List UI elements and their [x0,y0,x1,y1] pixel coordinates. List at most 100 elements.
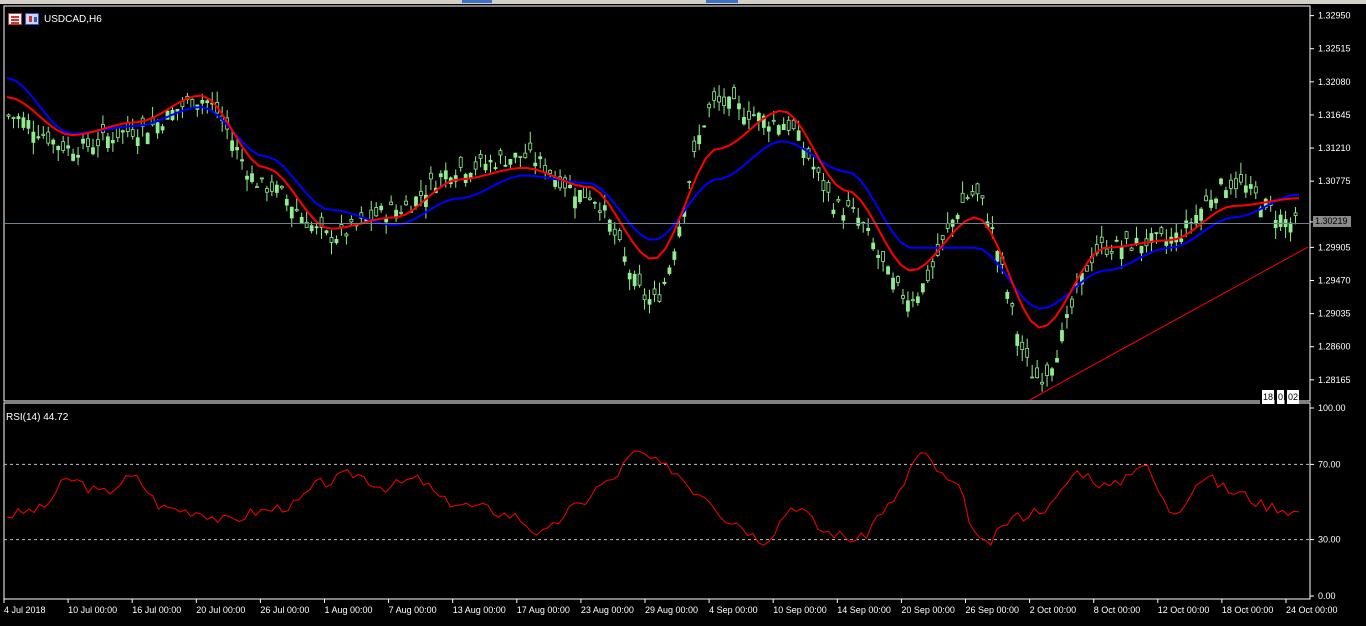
candle-body [856,217,861,226]
candle-body [250,173,254,183]
candle-body [1020,341,1025,350]
time-axis-label: 13 Aug 00:00 [453,605,506,615]
candle-body [498,150,503,156]
candle-body [955,214,960,220]
candle-body [642,294,647,301]
candle-body [349,219,354,223]
candle-body [1114,239,1119,242]
candle-body [657,294,662,302]
support-trendline[interactable] [1029,246,1309,401]
candle-body [329,236,334,243]
candle-body [876,255,881,258]
slow-moving-average-line [6,77,1300,310]
time-axis-label: 20 Sep 00:00 [901,605,955,615]
time-axis-label: 24 Oct 00:00 [1286,605,1338,615]
candle-body [120,130,125,133]
time-axis-label: 18 Oct 00:00 [1222,605,1274,615]
candle-body [135,137,140,147]
candle-body [930,261,935,268]
scroll-indicator-segment: 0 [1275,390,1285,404]
candle-body [1224,190,1228,198]
candle-body [597,210,602,213]
candle-body [990,227,995,230]
candle-body [245,175,249,180]
candle-body [756,112,761,122]
candle-body [334,239,339,244]
time-axis-label: 20 Jul 00:00 [196,605,245,615]
candle-body [493,167,498,169]
candle-body [846,199,851,207]
candle-body [443,170,448,180]
candle-body [697,135,702,145]
candle-body [1070,298,1074,308]
candle-body [687,181,692,183]
candle-body [766,126,771,132]
candle-body [523,152,528,159]
candle-body [1124,231,1129,239]
candle-body [71,153,75,161]
price-axis-label: 1.31645 [1318,110,1351,120]
candle-body [284,198,289,206]
candle-body [796,130,801,141]
candle-body [637,273,642,286]
candle-body [46,131,51,144]
candle-body [712,91,717,101]
window-tab[interactable] [462,0,492,3]
candle-body [1273,220,1278,229]
candle-body [960,192,965,203]
time-axis-label: 10 Sep 00:00 [773,605,827,615]
candle-body [26,120,31,129]
candle-body [404,200,408,206]
candle-body [105,136,110,149]
rsi-level-lines [4,463,1310,541]
candle-body [279,185,284,189]
candle-body [771,119,776,122]
candle-body [205,100,210,104]
candle-body [995,250,1000,262]
chart-scroll-indicator[interactable]: 18 0 02 [1260,390,1312,404]
one-click-trade-icon[interactable] [25,13,39,25]
candle-body [707,103,712,109]
candle-body [66,145,71,149]
rsi-axis-label: 0.00 [1318,591,1336,601]
candle-body [528,142,533,151]
candle-body [344,233,349,237]
candle-body [811,166,816,170]
candle-body [200,99,205,104]
candle-body [965,197,970,200]
symbol-list-icon[interactable] [8,13,22,25]
time-axis-label: 17 Aug 00:00 [517,605,570,615]
time-axis-label: 29 Aug 00:00 [645,605,698,615]
candle-body [1040,381,1044,385]
candle-body [379,205,384,211]
candle-body [602,205,607,211]
candle-body [583,185,587,199]
candle-body [314,226,319,229]
candle-body [130,129,135,137]
candle-body [468,172,473,178]
rsi-axis-label: 100.00 [1318,403,1346,413]
candle-body [1005,291,1010,299]
time-axis-label: 7 Aug 00:00 [389,605,437,615]
candle-body [617,230,622,241]
chart-window[interactable]: 1.32950 1.32515 1.32080 1.31645 1.31210 1.307… [0,4,1366,626]
candle-body [896,276,900,283]
candle-body [1199,208,1204,221]
candle-body [473,161,478,170]
candle-body [274,184,279,193]
candle-body [742,116,746,125]
candle-body [428,172,433,180]
time-axis-label: 26 Jul 00:00 [260,605,309,615]
candle-body [1184,220,1189,229]
window-tab[interactable] [706,0,738,3]
time-axis-label: 14 Sep 00:00 [837,605,891,615]
candle-body [588,197,592,200]
candle-body [508,158,513,165]
candle-body [692,140,697,152]
candle-body [821,180,826,191]
rsi-axis: 100.00 70.00 30.00 0.00 [1310,403,1346,601]
candle-body [1104,248,1109,255]
price-axis-label: 1.32515 [1318,44,1351,54]
candle-body [438,173,443,178]
candle-body [160,126,165,131]
